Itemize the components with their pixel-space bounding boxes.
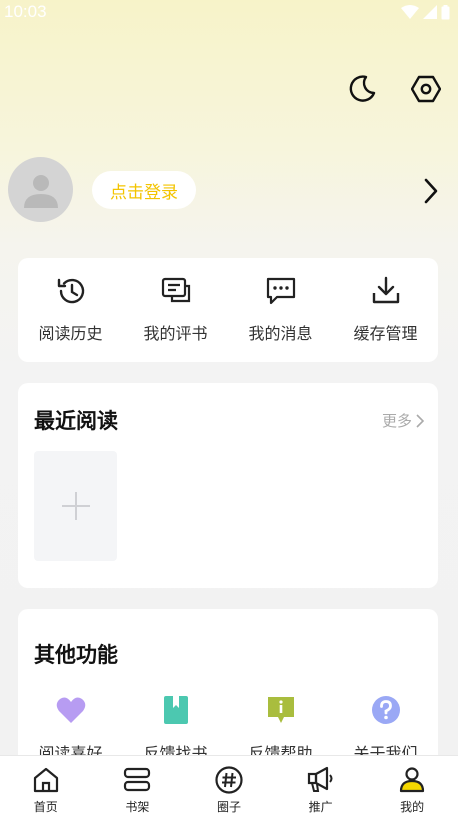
moon-icon (349, 75, 376, 102)
add-book-button[interactable] (34, 451, 117, 561)
quick-item-label: 阅读历史 (38, 324, 103, 343)
status-icons (401, 4, 450, 20)
chevron-right-icon (424, 178, 438, 204)
other-functions-card: 其他功能 阅读喜好 反馈找书 反馈帮助 关于我们 (18, 609, 438, 769)
status-time: 10:03 (4, 2, 47, 21)
nav-label: 圈子 (216, 800, 241, 814)
nav-label: 我的 (400, 800, 425, 814)
plus-icon (61, 492, 90, 520)
theme-toggle-button[interactable] (345, 72, 379, 106)
wifi-icon (401, 5, 419, 19)
bookmark-icon (163, 696, 188, 724)
megaphone-icon (307, 766, 333, 792)
hashtag-icon (215, 766, 243, 794)
quick-item-cache[interactable]: 缓存管理 (336, 274, 436, 344)
quick-item-history[interactable]: 阅读历史 (21, 274, 121, 344)
history-icon (57, 278, 84, 304)
message-icon (266, 277, 295, 305)
info-bubble-icon (267, 697, 294, 723)
recent-reading-card: 最近阅读 更多 (18, 383, 438, 588)
battery-icon (441, 4, 450, 19)
section-title: 其他功能 (34, 643, 118, 667)
nav-label: 推广 (308, 800, 333, 814)
home-icon (33, 767, 58, 793)
settings-button[interactable] (409, 72, 443, 106)
quick-actions-card: 阅读历史 我的评书 我的消息 缓存管理 (18, 258, 438, 362)
func-item-find-book[interactable]: 反馈找书 (126, 694, 226, 764)
chevron-right-small-icon (416, 413, 424, 428)
heart-icon (56, 697, 85, 723)
quick-item-label: 我的消息 (248, 324, 313, 343)
nav-label: 书架 (125, 800, 150, 814)
profile-arrow-button[interactable] (418, 176, 444, 206)
bottom-nav: 首页 书架 圈子 推广 我的 (0, 755, 458, 820)
login-button[interactable]: 点击登录 (92, 171, 196, 209)
nav-item-mine[interactable]: 我的 (372, 756, 452, 815)
comment-book-icon (161, 277, 190, 303)
signal-icon (423, 5, 437, 19)
func-item-help[interactable]: 反馈帮助 (231, 694, 331, 764)
section-title: 最近阅读 (34, 409, 118, 433)
quick-item-reviews[interactable]: 我的评书 (126, 274, 226, 344)
nav-item-circle[interactable]: 圈子 (189, 756, 269, 815)
default-avatar-icon (23, 174, 58, 208)
nav-item-promote[interactable]: 推广 (281, 756, 361, 815)
quick-item-label: 我的评书 (143, 324, 208, 343)
nav-label: 首页 (33, 800, 58, 814)
download-icon (372, 276, 399, 304)
avatar[interactable] (8, 157, 73, 222)
hexagon-settings-icon (411, 75, 441, 103)
more-label: 更多 (381, 412, 412, 430)
func-item-preferences[interactable]: 阅读喜好 (21, 694, 121, 764)
nav-item-bookshelf[interactable]: 书架 (97, 756, 177, 815)
nav-item-home[interactable]: 首页 (6, 756, 86, 815)
status-bar: 10:03 (0, 0, 458, 24)
person-icon (400, 767, 425, 793)
question-icon (371, 696, 400, 724)
func-item-about[interactable]: 关于我们 (336, 694, 436, 764)
quick-item-label: 缓存管理 (353, 324, 418, 343)
more-link[interactable]: 更多 (382, 410, 424, 431)
bookshelf-icon (124, 767, 151, 792)
quick-item-messages[interactable]: 我的消息 (231, 274, 331, 344)
